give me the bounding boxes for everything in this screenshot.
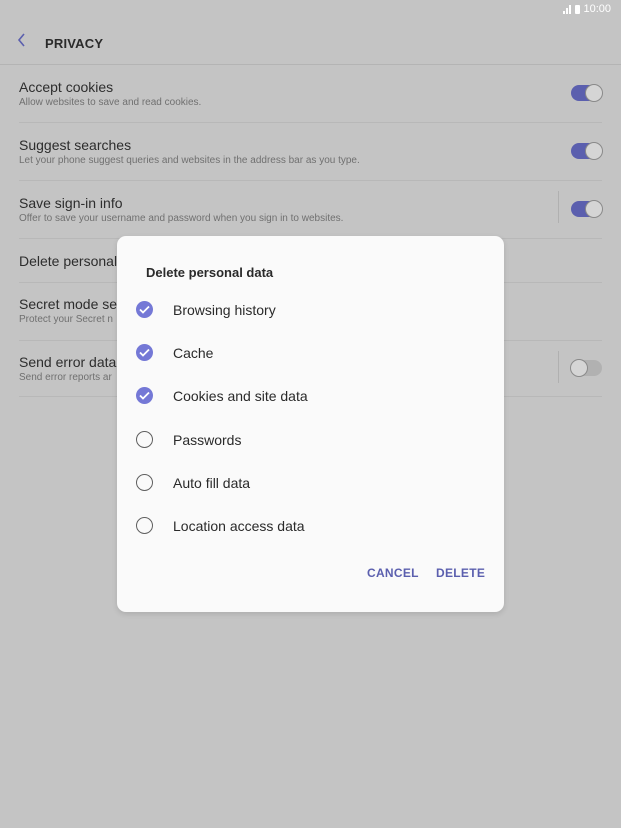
setting-subtitle: Protect your Secret n [19,314,113,325]
setting-accept-cookies[interactable]: Accept cookies Allow websites to save an… [19,65,603,123]
setting-title: Save sign-in info [19,195,123,211]
page-title: PRIVACY [45,36,104,51]
option-label: Browsing history [173,302,276,318]
setting-save-sign-in-info[interactable]: Save sign-in info Offer to save your use… [19,181,603,239]
setting-title: Accept cookies [19,79,114,95]
suggest-searches-toggle[interactable] [571,142,603,160]
setting-subtitle: Allow websites to save and read cookies. [19,97,202,108]
option-label: Location access data [173,518,305,534]
divider [558,191,559,223]
accept-cookies-toggle[interactable] [571,84,603,102]
option-cache[interactable]: Cache [136,342,466,364]
option-auto-fill-data[interactable]: Auto fill data [136,472,466,494]
delete-button[interactable]: DELETE [436,566,485,580]
save-sign-in-toggle[interactable] [571,200,603,218]
option-location-access-data[interactable]: Location access data [136,515,466,537]
setting-title: Suggest searches [19,137,132,153]
app-bar: PRIVACY [0,20,621,65]
setting-title: Send error data [19,354,117,370]
checkbox-unchecked-icon[interactable] [136,517,153,534]
checkbox-checked-icon[interactable] [136,387,153,404]
option-label: Passwords [173,432,242,448]
setting-title: Delete personal [19,253,118,269]
cancel-button[interactable]: CANCEL [367,566,419,580]
dialog-title: Delete personal data [146,265,274,280]
option-cookies-and-site-data[interactable]: Cookies and site data [136,385,466,407]
option-browsing-history[interactable]: Browsing history [136,299,466,321]
delete-personal-data-dialog: Delete personal data Browsing history Ca… [117,236,504,612]
checkbox-checked-icon[interactable] [136,301,153,318]
status-time: 10:00 [583,3,611,15]
checkbox-unchecked-icon[interactable] [136,474,153,491]
battery-icon [575,4,581,14]
checkbox-checked-icon[interactable] [136,344,153,361]
divider [558,351,559,383]
status-bar: 10:00 [0,0,621,20]
signal-icon [563,4,572,14]
option-label: Auto fill data [173,475,251,491]
setting-title: Secret mode se [19,296,118,312]
send-error-data-toggle[interactable] [570,359,602,377]
chevron-left-icon [17,33,25,47]
option-passwords[interactable]: Passwords [136,429,466,451]
option-label: Cookies and site data [173,388,308,404]
setting-suggest-searches[interactable]: Suggest searches Let your phone suggest … [19,123,603,181]
checkbox-unchecked-icon[interactable] [136,431,153,448]
option-label: Cache [173,345,214,361]
setting-subtitle: Offer to save your username and password… [19,213,344,224]
back-button[interactable] [12,30,32,50]
setting-subtitle: Let your phone suggest queries and websi… [19,155,360,166]
setting-subtitle: Send error reports ar [19,372,112,383]
